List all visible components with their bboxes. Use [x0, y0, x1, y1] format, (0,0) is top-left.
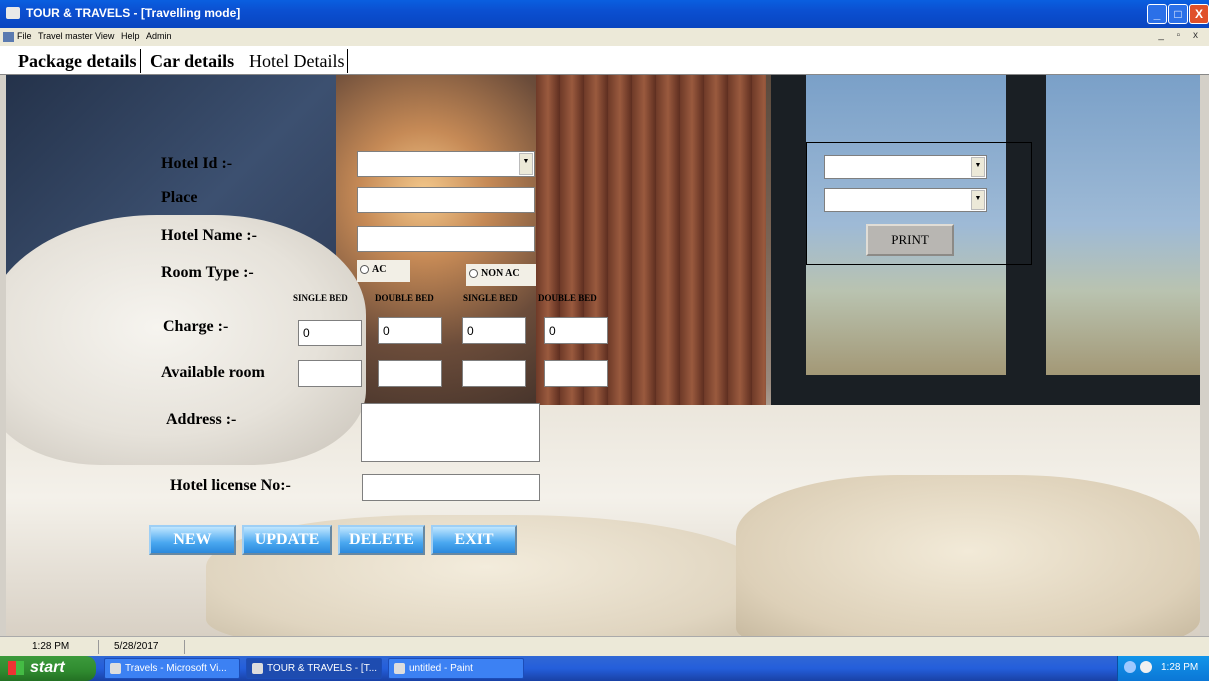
- vb-app-icon: [110, 663, 121, 674]
- exit-button[interactable]: EXIT: [431, 525, 517, 555]
- address-label: Address :-: [166, 411, 237, 428]
- single-bed-nonac-header: SINGLE BED: [463, 293, 518, 303]
- radio-circle-icon: [360, 265, 369, 275]
- menu-view[interactable]: View: [95, 31, 114, 41]
- chevron-down-icon[interactable]: ▼: [971, 190, 985, 210]
- ac-radio-label: AC: [372, 264, 387, 275]
- double-bed-ac-header: DOUBLE BED: [375, 293, 434, 303]
- window-title: TOUR & TRAVELS - [Travelling mode]: [26, 6, 241, 20]
- app-icon: [6, 7, 20, 19]
- hotel-license-label: Hotel license No:-: [170, 477, 291, 494]
- print-button[interactable]: PRINT: [866, 224, 954, 256]
- status-time: 1:28 PM: [26, 640, 99, 654]
- chevron-down-icon[interactable]: ▼: [519, 153, 533, 175]
- chevron-down-icon[interactable]: ▼: [971, 157, 985, 177]
- menu-file[interactable]: File: [17, 31, 32, 41]
- title-bar: TOUR & TRAVELS - [Travelling mode] _ □ X: [0, 0, 1209, 28]
- available-single-ac-input[interactable]: [298, 360, 362, 387]
- start-label: start: [30, 659, 65, 676]
- charge-label: Charge :-: [163, 318, 229, 335]
- app-window-icon: [252, 663, 263, 674]
- minimize-button[interactable]: _: [1147, 4, 1167, 24]
- place-label: Place: [161, 189, 198, 206]
- windows-flag-icon: [8, 661, 24, 675]
- available-single-nonac-input[interactable]: [462, 360, 526, 387]
- radio-circle-icon: [469, 269, 478, 279]
- new-button[interactable]: NEW: [149, 525, 236, 555]
- menu-help[interactable]: Help: [121, 31, 140, 41]
- paint-icon: [394, 663, 405, 674]
- charge-double-nonac-input[interactable]: [544, 317, 608, 344]
- hotel-id-label: Hotel Id :-: [161, 155, 233, 172]
- hotel-name-input[interactable]: [357, 226, 535, 252]
- hotel-id-combo[interactable]: ▼: [357, 151, 535, 177]
- task-label: TOUR & TRAVELS - [T...: [267, 663, 378, 674]
- non-ac-radio[interactable]: NON AC: [466, 264, 536, 286]
- tab-car-details[interactable]: Car details: [147, 49, 237, 73]
- room-type-label: Room Type :-: [161, 264, 254, 281]
- available-double-nonac-input[interactable]: [544, 360, 608, 387]
- delete-button[interactable]: DELETE: [338, 525, 425, 555]
- task-label: untitled - Paint: [409, 663, 473, 674]
- menu-travel-master[interactable]: Travel master: [38, 31, 93, 41]
- security-icon[interactable]: [1140, 661, 1152, 673]
- task-paint[interactable]: untitled - Paint: [388, 658, 524, 679]
- tab-hotel-details[interactable]: Hotel Details: [246, 49, 349, 73]
- taskbar: start Travels - Microsoft Vi... TOUR & T…: [0, 656, 1209, 681]
- robe-shape-right: [736, 475, 1200, 636]
- start-button[interactable]: start: [0, 656, 96, 681]
- print-combo-1[interactable]: ▼: [824, 155, 987, 179]
- status-bar: 1:28 PM 5/28/2017: [0, 636, 1209, 657]
- network-icon[interactable]: [1124, 661, 1136, 673]
- window-view-right: [1046, 75, 1200, 375]
- non-ac-radio-label: NON AC: [481, 268, 520, 279]
- menu-admin[interactable]: Admin: [146, 31, 172, 41]
- hotel-license-input[interactable]: [362, 474, 540, 501]
- update-button[interactable]: UPDATE: [242, 525, 332, 555]
- document-icon: [3, 32, 14, 42]
- double-bed-nonac-header: DOUBLE BED: [538, 293, 597, 303]
- menu-bar: File Travel master View Help Admin _ ▫ x: [0, 28, 1209, 46]
- task-travels-vb[interactable]: Travels - Microsoft Vi...: [104, 658, 240, 679]
- charge-double-ac-input[interactable]: [378, 317, 442, 344]
- task-label: Travels - Microsoft Vi...: [125, 663, 227, 674]
- hotel-name-label: Hotel Name :-: [161, 227, 257, 244]
- print-combo-2[interactable]: ▼: [824, 188, 987, 212]
- available-room-label: Available room: [161, 364, 265, 381]
- available-double-ac-input[interactable]: [378, 360, 442, 387]
- system-tray: 1:28 PM: [1117, 656, 1209, 681]
- tab-package-details[interactable]: Package details: [15, 49, 141, 73]
- status-date: 5/28/2017: [108, 640, 185, 654]
- tab-strip: Package details Car details Hotel Detail…: [0, 46, 1209, 75]
- maximize-button[interactable]: □: [1168, 4, 1188, 24]
- single-bed-ac-header: SINGLE BED: [293, 293, 348, 303]
- mdi-window-controls[interactable]: _ ▫ x: [1158, 30, 1203, 41]
- charge-single-nonac-input[interactable]: [462, 317, 526, 344]
- tray-clock: 1:28 PM: [1161, 662, 1199, 673]
- task-tour-travels[interactable]: TOUR & TRAVELS - [T...: [246, 658, 382, 679]
- place-input[interactable]: [357, 187, 535, 213]
- close-button[interactable]: X: [1189, 4, 1209, 24]
- charge-single-ac-input[interactable]: [298, 320, 362, 346]
- address-textarea[interactable]: [361, 403, 540, 462]
- ac-radio[interactable]: AC: [357, 260, 410, 282]
